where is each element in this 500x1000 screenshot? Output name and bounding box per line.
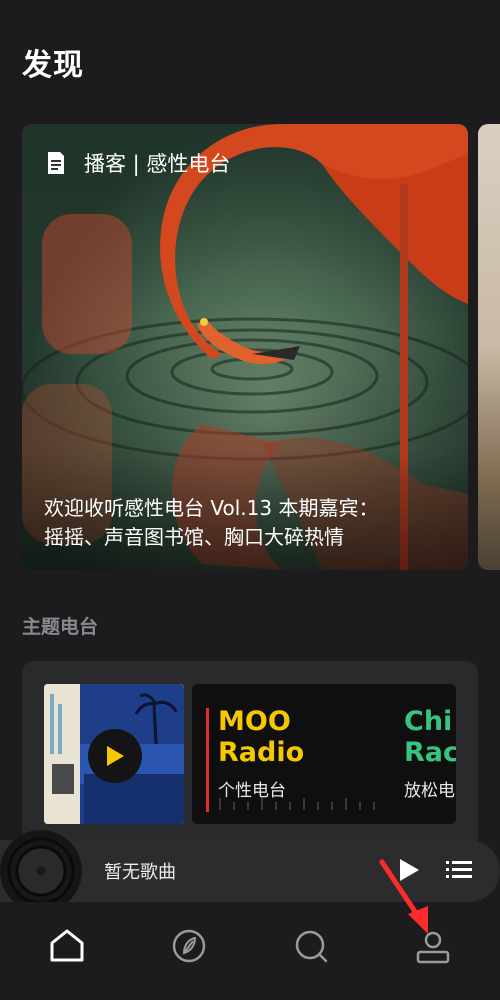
annotation-arrow (379, 859, 428, 934)
card-category-tag: 播客 | 感性电台 (46, 148, 230, 178)
page-title: 发现 (22, 48, 84, 83)
caption-line-1: 欢迎收听感性电台 Vol.13 本期嘉宾： (44, 496, 379, 520)
radio-title-line: MOO (218, 706, 291, 737)
radio-title-line: Rac (404, 737, 456, 768)
album-play-button[interactable] (88, 729, 142, 783)
vinyl-record-icon[interactable] (0, 830, 82, 912)
playlist-icon[interactable] (446, 858, 472, 882)
search-icon[interactable] (293, 928, 329, 964)
radio-title-chi: Chi Rac (404, 706, 456, 768)
play-icon (107, 746, 124, 766)
compass-leaf-icon[interactable] (171, 928, 207, 964)
next-feature-card-peek[interactable] (478, 124, 500, 570)
home-icon[interactable] (49, 928, 85, 964)
featured-podcast-card[interactable]: 播客 | 感性电台 欢迎收听感性电台 Vol.13 本期嘉宾： 摇摇、声音图书馆… (22, 124, 468, 570)
radio-tiles-strip[interactable]: MOO Radio 个性电台 Chi Rac 放松电 (192, 684, 456, 824)
radio-title-moo: MOO Radio (218, 706, 304, 768)
radio-title-line: Radio (218, 737, 305, 768)
card-category-label: 播客 | 感性电台 (84, 152, 231, 176)
card-caption: 欢迎收听感性电台 Vol.13 本期嘉宾： 摇摇、声音图书馆、胸口大碎热情 (44, 494, 454, 552)
radio-title-line: Chi (404, 706, 453, 737)
radio-subtitle-chi: 放松电 (404, 781, 455, 801)
radio-accent-bar (206, 708, 209, 812)
caption-line-2: 摇摇、声音图书馆、胸口大碎热情 (44, 525, 344, 549)
section-title-theme-radio: 主题电台 (22, 616, 99, 638)
document-icon (48, 152, 64, 174)
radio-subtitle-moo: 个性电台 (218, 781, 286, 801)
now-playing-title: 暂无歌曲 (104, 862, 176, 883)
